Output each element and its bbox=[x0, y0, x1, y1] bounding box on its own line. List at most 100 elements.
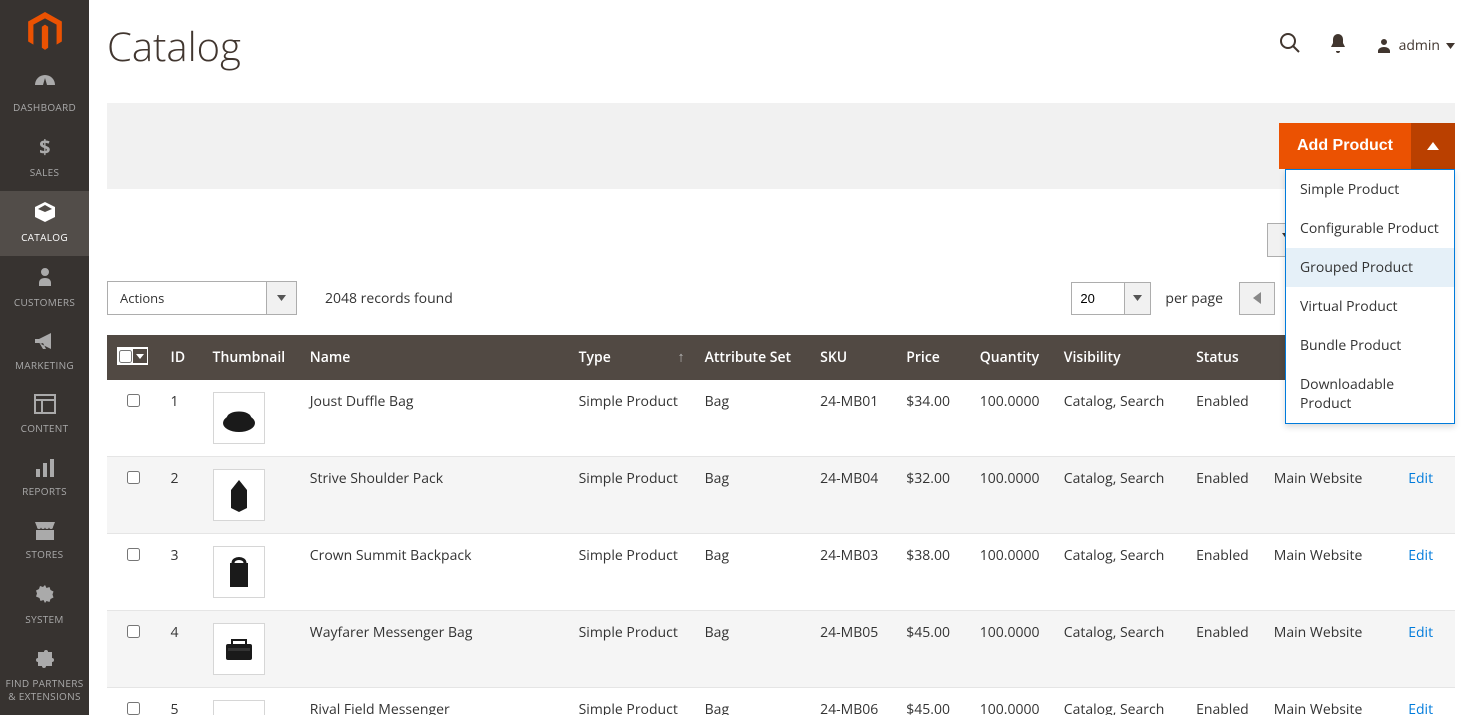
cell-price: $32.00 bbox=[896, 456, 970, 533]
nav-dashboard[interactable]: DASHBOARD bbox=[0, 63, 89, 126]
product-thumbnail bbox=[213, 392, 265, 444]
row-checkbox[interactable] bbox=[127, 394, 140, 407]
cell-id: 1 bbox=[161, 380, 203, 457]
edit-link[interactable]: Edit bbox=[1408, 700, 1433, 715]
col-price[interactable]: Price bbox=[896, 335, 970, 380]
nav-reports[interactable]: REPORTS bbox=[0, 447, 89, 510]
page-title: Catalog bbox=[107, 18, 241, 73]
col-sku[interactable]: SKU bbox=[810, 335, 896, 380]
bell-icon[interactable] bbox=[1329, 33, 1347, 58]
cell-status: Enabled bbox=[1186, 456, 1264, 533]
megaphone-icon bbox=[4, 331, 85, 354]
magento-logo[interactable] bbox=[0, 0, 89, 63]
chevron-left-icon bbox=[1253, 292, 1261, 304]
row-checkbox[interactable] bbox=[127, 471, 140, 484]
caret-up-icon bbox=[1427, 142, 1439, 150]
nav-label: SALES bbox=[4, 165, 85, 179]
store-icon bbox=[4, 520, 85, 543]
sidebar: DASHBOARD $ SALES CATALOG CUSTOMERS MARK… bbox=[0, 0, 89, 715]
cell-visibility: Catalog, Search bbox=[1054, 533, 1186, 610]
col-attribute-set[interactable]: Attribute Set bbox=[695, 335, 811, 380]
cell-visibility: Catalog, Search bbox=[1054, 687, 1186, 715]
option-bundle-product[interactable]: Bundle Product bbox=[1286, 326, 1454, 365]
dollar-icon: $ bbox=[4, 136, 85, 161]
add-product-toggle[interactable] bbox=[1411, 123, 1455, 169]
table-row[interactable]: 4Wayfarer Messenger BagSimple ProductBag… bbox=[107, 610, 1455, 687]
cell-id: 4 bbox=[161, 610, 203, 687]
row-checkbox[interactable] bbox=[127, 702, 140, 715]
nav-marketing[interactable]: MARKETING bbox=[0, 321, 89, 384]
nav-label: CONTENT bbox=[4, 421, 85, 435]
col-quantity[interactable]: Quantity bbox=[970, 335, 1054, 380]
option-grouped-product[interactable]: Grouped Product bbox=[1286, 248, 1454, 287]
gear-icon bbox=[4, 583, 85, 608]
edit-link[interactable]: Edit bbox=[1408, 469, 1433, 488]
user-menu[interactable]: admin bbox=[1375, 36, 1455, 55]
edit-link[interactable]: Edit bbox=[1408, 623, 1433, 642]
cell-attribute-set: Bag bbox=[695, 456, 811, 533]
nav-catalog[interactable]: CATALOG bbox=[0, 191, 89, 256]
cell-websites: Main Website bbox=[1264, 687, 1398, 715]
actions-toggle[interactable] bbox=[267, 281, 297, 315]
table-row[interactable]: 5Rival Field MessengerSimple ProductBag2… bbox=[107, 687, 1455, 715]
cell-websites: Main Website bbox=[1264, 533, 1398, 610]
add-product-dropdown: Simple Product Configurable Product Grou… bbox=[1285, 169, 1455, 424]
table-row[interactable]: 3Crown Summit BackpackSimple ProductBag2… bbox=[107, 533, 1455, 610]
row-checkbox[interactable] bbox=[127, 548, 140, 561]
cell-name: Crown Summit Backpack bbox=[300, 533, 569, 610]
col-name[interactable]: Name bbox=[300, 335, 569, 380]
cell-status: Enabled bbox=[1186, 610, 1264, 687]
cell-visibility: Catalog, Search bbox=[1054, 380, 1186, 457]
grid-controls: Actions 2048 records found per page bbox=[107, 281, 1455, 315]
option-virtual-product[interactable]: Virtual Product bbox=[1286, 287, 1454, 326]
box-icon bbox=[4, 201, 85, 226]
grid-toolbar: Filters Default View bbox=[107, 223, 1455, 257]
nav-customers[interactable]: CUSTOMERS bbox=[0, 256, 89, 321]
caret-down-icon bbox=[277, 295, 286, 301]
option-configurable-product[interactable]: Configurable Product bbox=[1286, 209, 1454, 248]
nav-label: CATALOG bbox=[4, 230, 85, 244]
cell-status: Enabled bbox=[1186, 380, 1264, 457]
cell-price: $38.00 bbox=[896, 533, 970, 610]
actions-label: Actions bbox=[107, 281, 267, 315]
pager-prev-button[interactable] bbox=[1239, 282, 1275, 315]
col-status[interactable]: Status bbox=[1186, 335, 1264, 380]
col-select-all[interactable] bbox=[107, 335, 161, 380]
option-downloadable-product[interactable]: Downloadable Product bbox=[1286, 365, 1454, 423]
per-page-toggle[interactable] bbox=[1125, 282, 1151, 315]
option-simple-product[interactable]: Simple Product bbox=[1286, 170, 1454, 209]
cell-status: Enabled bbox=[1186, 687, 1264, 715]
nav-label: REPORTS bbox=[4, 484, 85, 498]
col-id[interactable]: ID bbox=[161, 335, 203, 380]
select-all-toggle[interactable] bbox=[133, 349, 147, 363]
bulk-actions-select[interactable]: Actions bbox=[107, 281, 297, 315]
cell-type: Simple Product bbox=[569, 456, 695, 533]
puzzle-icon bbox=[4, 648, 85, 673]
nav-partners[interactable]: FIND PARTNERS & EXTENSIONS bbox=[0, 638, 89, 715]
cell-websites: Main Website bbox=[1264, 456, 1398, 533]
cell-name: Joust Duffle Bag bbox=[300, 380, 569, 457]
col-type[interactable]: Type↑ bbox=[569, 335, 695, 380]
table-row[interactable]: 2Strive Shoulder PackSimple ProductBag24… bbox=[107, 456, 1455, 533]
col-thumbnail[interactable]: Thumbnail bbox=[203, 335, 300, 380]
table-row[interactable]: 1Joust Duffle BagSimple ProductBag24-MB0… bbox=[107, 380, 1455, 457]
add-product-button[interactable]: Add Product bbox=[1279, 123, 1411, 169]
nav-label: STORES bbox=[4, 547, 85, 561]
nav-sales[interactable]: $ SALES bbox=[0, 126, 89, 191]
col-visibility[interactable]: Visibility bbox=[1054, 335, 1186, 380]
edit-link[interactable]: Edit bbox=[1408, 546, 1433, 565]
search-icon[interactable] bbox=[1279, 32, 1301, 59]
row-checkbox[interactable] bbox=[127, 625, 140, 638]
nav-system[interactable]: SYSTEM bbox=[0, 573, 89, 638]
caret-down-icon bbox=[1133, 295, 1142, 301]
bar-chart-icon bbox=[4, 457, 85, 480]
select-all-checkbox[interactable] bbox=[119, 350, 132, 363]
per-page-label: per page bbox=[1165, 289, 1223, 308]
cell-name: Rival Field Messenger bbox=[300, 687, 569, 715]
cell-websites: Main Website bbox=[1264, 610, 1398, 687]
cell-quantity: 100.0000 bbox=[970, 456, 1054, 533]
per-page-input[interactable] bbox=[1071, 282, 1125, 315]
records-found: 2048 records found bbox=[325, 289, 453, 308]
nav-stores[interactable]: STORES bbox=[0, 510, 89, 573]
nav-content[interactable]: CONTENT bbox=[0, 384, 89, 447]
